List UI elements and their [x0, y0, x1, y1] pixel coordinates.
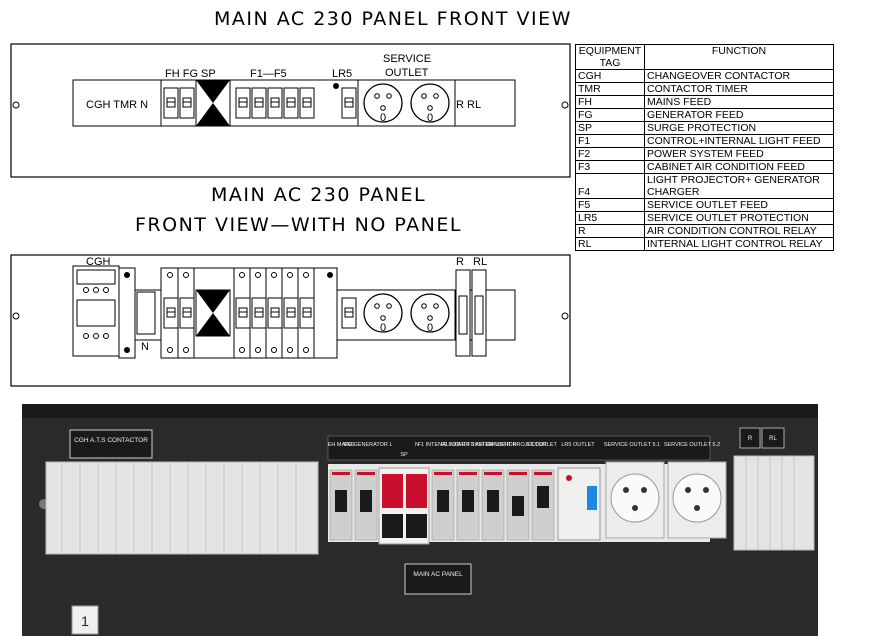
breaker-fg-icon: [179, 87, 195, 119]
breaker-f4-icon: [283, 297, 299, 329]
table-row: FH MAINS FEED: [575, 95, 834, 109]
front-right-labels: R RL: [456, 99, 481, 111]
front-socket-label-2: 0: [427, 112, 433, 124]
front-socket-label-1: 0: [380, 112, 386, 124]
breaker-f3-icon: [267, 297, 283, 329]
photo-label-so1: SERVICE OUTLET 5.1: [604, 442, 660, 448]
no-panel-r-label: R: [456, 256, 464, 268]
no-panel-n-label: N: [141, 341, 149, 353]
breaker-lr5-icon: [341, 87, 357, 119]
photo-label-f5: F5 OUTLET: [527, 442, 557, 448]
table-row: RL INTERNAL LIGHT CONTROL RELAY: [575, 237, 834, 251]
table-row: F4 LIGHT PROJECTOR+ GENERATOR CHARGER: [575, 173, 834, 199]
breaker-lr5-icon: [341, 297, 357, 329]
photo-panel-number: 1: [81, 613, 89, 629]
breaker-f1-icon: [235, 87, 251, 119]
table-row: F2 POWER SYSTEM FEED: [575, 147, 834, 161]
breaker-f1-icon: [235, 297, 251, 329]
surge-protector-icon: [195, 289, 231, 337]
photo-label-rl: RL: [769, 436, 777, 442]
photo-label-fg: EG GENERATOR: [344, 442, 388, 448]
no-panel-socket-label-1: 0: [380, 322, 386, 334]
header-tag: EQUIPMENT TAG: [575, 44, 645, 70]
header-function: FUNCTION: [644, 44, 834, 70]
breaker-f4-icon: [283, 87, 299, 119]
no-panel-socket-label-2: 0: [427, 322, 433, 334]
front-service-outlet-line1: SERVICE: [383, 53, 431, 65]
equipment-function-table: EQUIPMENT TAG FUNCTION CGH CHANGEOVER CON…: [575, 44, 834, 251]
photo-main-plate: MAIN AC PANEL: [413, 571, 463, 578]
front-left-labels: CGH TMR N: [86, 99, 148, 111]
table-row: TMR CONTACTOR TIMER: [575, 82, 834, 96]
table-row: LR5 SERVICE OUTLET PROTECTION: [575, 211, 834, 225]
table-row: SP SURGE PROTECTION: [575, 121, 834, 135]
photo-cgh-plate: CGH A.T.S CONTACTOR: [74, 437, 148, 444]
front-group-fh-fg-sp: FH FG SP: [165, 68, 216, 80]
table-row: CGH CHANGEOVER CONTACTOR: [575, 69, 834, 83]
no-panel-rl-label: RL: [473, 256, 487, 268]
breaker-f2-icon: [251, 87, 267, 119]
table-row: FG GENERATOR FEED: [575, 108, 834, 122]
breaker-fh-icon: [163, 297, 179, 329]
table-row: F1 CONTROL+INTERNAL LIGHT FEED: [575, 134, 834, 148]
breaker-f2-icon: [251, 297, 267, 329]
front-group-lr5: LR5: [332, 68, 352, 80]
photo-label-so2: SERVICE OUTLET 5.2: [664, 442, 720, 448]
breaker-f5-icon: [299, 297, 315, 329]
photo-label-sp: SP: [400, 452, 408, 458]
front-view-drawing: CGH TMR N FH FG SP F1—F5 LR5 SERVICE OUT…: [10, 43, 571, 178]
breaker-fh-icon: [163, 87, 179, 119]
panel-photo: CGH A.T.S CONTACTOR EH MAINS EG GENERATO…: [22, 404, 818, 636]
no-panel-drawing: CGH N 0 0 R RL: [10, 254, 571, 387]
table-row: R AIR CONDITION CONTROL RELAY: [575, 224, 834, 238]
breaker-fg-icon: [179, 297, 195, 329]
photo-label-r: R: [748, 436, 753, 442]
surge-protector-icon: [195, 79, 231, 127]
table-row: F5 SERVICE OUTLET FEED: [575, 198, 834, 212]
front-group-f1-f5: F1—F5: [250, 68, 287, 80]
table-row: F3 CABINET AIR CONDITION FEED: [575, 160, 834, 174]
photo-label-lr5: LR5 OUTLET: [561, 442, 595, 448]
breaker-f3-icon: [267, 87, 283, 119]
breaker-f5-icon: [299, 87, 315, 119]
photo-label-l: L: [389, 442, 392, 448]
front-service-outlet-line2: OUTLET: [385, 67, 429, 79]
